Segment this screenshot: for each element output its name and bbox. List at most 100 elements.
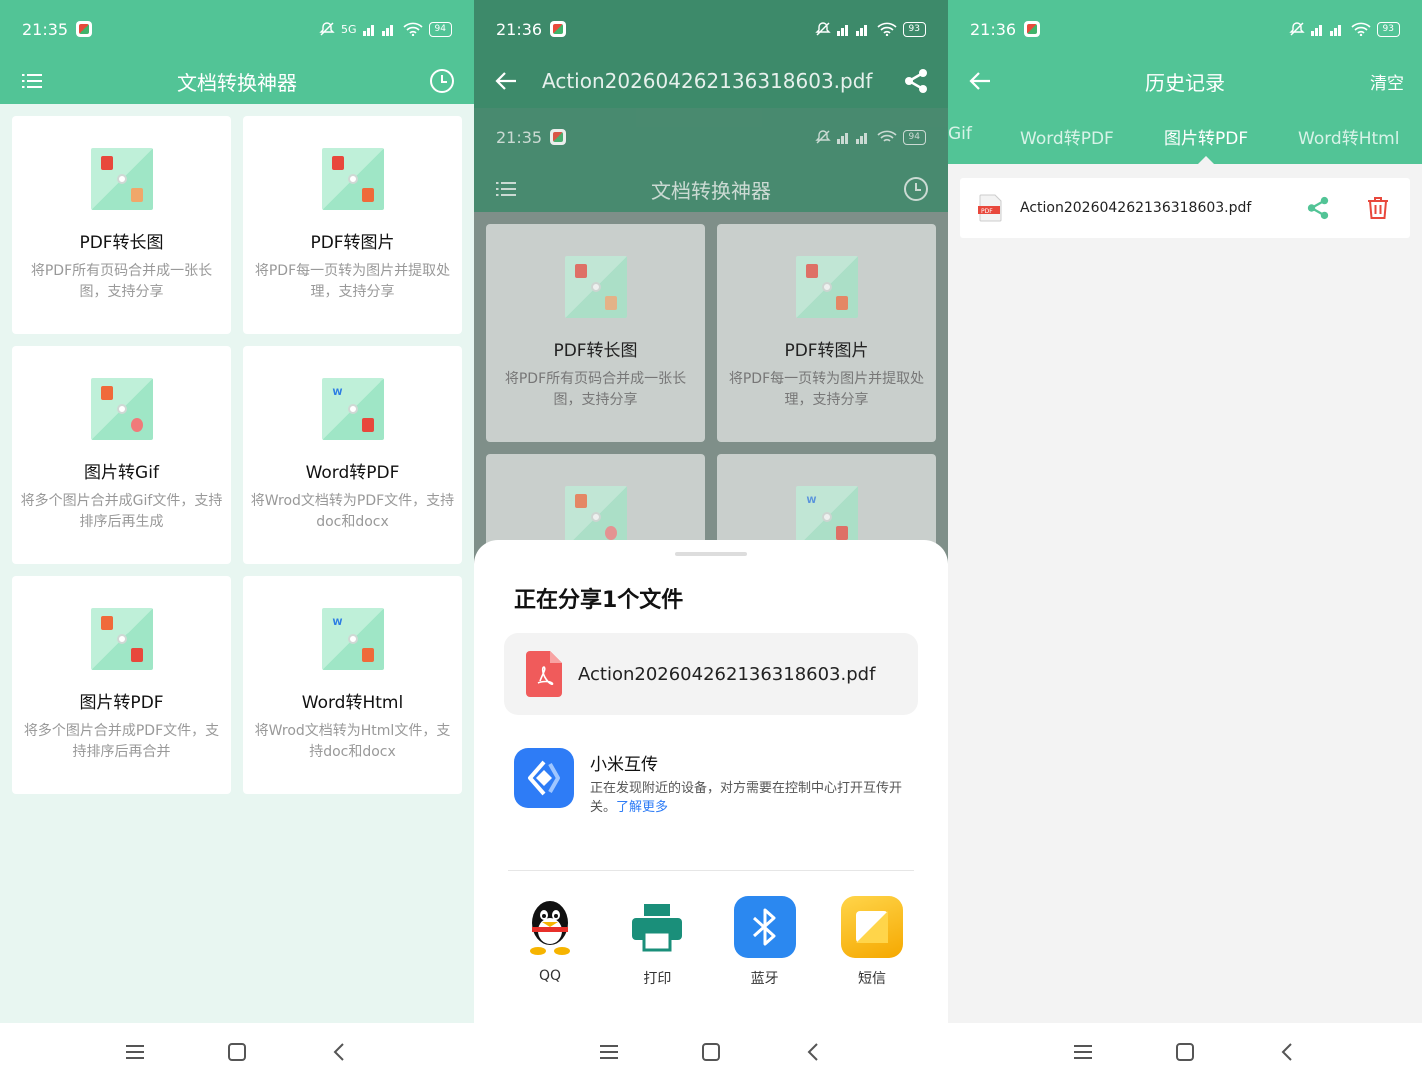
feature-title: PDF转长图 (553, 341, 638, 361)
history-item[interactable]: PDF Action202604262136318603.pdf (960, 178, 1410, 238)
status-icons: 94 (814, 129, 926, 145)
word-to-pdf-icon: W (795, 486, 858, 548)
recent-apps-button[interactable] (595, 1038, 623, 1066)
panel-home: 21:35 5G 94 文档转换神器 PDF转长图 将PDF所有页码合并成一张长… (0, 0, 474, 1080)
menu-lines-icon (126, 1044, 144, 1059)
menu-icon (496, 182, 516, 196)
mute-icon (319, 22, 335, 36)
dimmed-home-header: 21:35 94 文档转换神器 (474, 108, 948, 212)
feature-desc: 将多个图片合并成Gif文件，支持排序后再生成 (20, 493, 223, 530)
app-bar: 文档转换神器 (0, 58, 474, 104)
signal-icon (836, 25, 867, 36)
feature-desc: 将PDF每一页转为图片并提取处理，支持分享 (254, 263, 451, 300)
status-icons: 5G 94 (319, 21, 452, 37)
app-label: QQ (538, 968, 562, 984)
word-to-pdf-icon: W (321, 378, 384, 440)
mute-icon (814, 22, 831, 36)
learn-more-link[interactable]: 了解更多 (616, 800, 668, 815)
back-button[interactable] (325, 1038, 353, 1066)
shared-file-card: Action202604262136318603.pdf (504, 633, 918, 715)
tab-gif[interactable]: Gif (948, 124, 972, 144)
feature-card-pdf-image[interactable]: PDF转图片 将PDF每一页转为图片并提取处理，支持分享 (243, 116, 462, 334)
square-icon (1176, 1042, 1194, 1061)
share-app-print[interactable]: 打印 (625, 896, 689, 988)
signal-icon (362, 25, 393, 36)
share-app-bluetooth[interactable]: 蓝牙 (733, 896, 797, 988)
app-notification-icon (1024, 21, 1041, 37)
signal-icon (836, 133, 867, 144)
history-button[interactable] (428, 67, 456, 95)
home-button[interactable] (223, 1038, 251, 1066)
share-icon (1307, 196, 1329, 220)
clock-icon (904, 177, 928, 201)
tab-word-html[interactable]: Word转Html (1298, 124, 1399, 149)
tab-word-pdf[interactable]: Word转PDF (1020, 124, 1114, 149)
pdf-to-image-icon (795, 256, 858, 318)
history-share-button[interactable] (1304, 194, 1332, 222)
signal-icon (1310, 25, 1341, 36)
tab-image-pdf[interactable]: 图片转PDF (1164, 124, 1248, 149)
history-file-name: Action202604262136318603.pdf (1020, 200, 1252, 216)
history-delete-button[interactable] (1364, 194, 1392, 222)
arrow-left-icon (969, 72, 990, 90)
system-nav-bar (948, 1023, 1422, 1080)
feature-card-pdf-long-image: PDF转长图 将PDF所有页码合并成一张长图，支持分享 (486, 224, 705, 442)
feature-card-image-pdf[interactable]: 图片转PDF 将多个图片合并成PDF文件，支持排序后再合并 (12, 576, 231, 794)
clear-button[interactable]: 清空 (1370, 69, 1404, 94)
app-bar: Action202604262136318603.pdf (474, 58, 948, 104)
shared-file-name: Action202604262136318603.pdf (578, 663, 876, 685)
share-sheet: 正在分享1个文件 Action202604262136318603.pdf 小米… (474, 540, 948, 1080)
feature-card-image-gif[interactable]: 图片转Gif 将多个图片合并成Gif文件，支持排序后再生成 (12, 346, 231, 564)
pdf-file-icon: PDF (978, 194, 1002, 222)
status-bar: 21:35 94 (474, 108, 948, 166)
back-button[interactable] (1273, 1038, 1301, 1066)
feature-card-pdf-image: PDF转图片 将PDF每一页转为图片并提取处理，支持分享 (717, 224, 936, 442)
feature-desc: 将PDF每一页转为图片并提取处理，支持分享 (728, 371, 925, 408)
pdf-badge-text: PDF (981, 208, 993, 215)
menu-lines-icon (1074, 1044, 1092, 1059)
share-icon (905, 69, 927, 93)
feature-card-pdf-long-image[interactable]: PDF转长图 将PDF所有页码合并成一张长图，支持分享 (12, 116, 231, 334)
back-button[interactable] (799, 1038, 827, 1066)
status-icons: 93 (1288, 21, 1400, 37)
wifi-icon (876, 130, 897, 142)
mi-share-row[interactable]: 小米互传 正在发现附近的设备，对方需要在控制中心打开互传开关。了解更多 (514, 748, 920, 817)
panel-history: 21:36 93 历史记录 清空 Gif Word转PDF 图片转PDF Wor… (948, 0, 1422, 1080)
mi-share-title: 小米互传 (590, 755, 658, 775)
home-button[interactable] (697, 1038, 725, 1066)
menu-lines-icon (600, 1044, 618, 1059)
share-app-qq[interactable]: QQ (518, 896, 582, 988)
recent-apps-button[interactable] (121, 1038, 149, 1066)
feature-title: PDF转图片 (784, 341, 869, 361)
feature-card-word-html[interactable]: W Word转Html 将Wrod文档转为Html文件，支持doc和docx (243, 576, 462, 794)
sms-icon (840, 896, 903, 958)
feature-desc: 将多个图片合并成PDF文件，支持排序后再合并 (23, 723, 220, 760)
history-button (902, 175, 930, 203)
panel-share: 21:36 93 Action202604262136318603.pdf 21… (474, 0, 948, 1080)
status-bar: 21:36 93 (474, 0, 948, 58)
share-file-title: Action202604262136318603.pdf (542, 69, 873, 93)
active-tab-indicator (1198, 156, 1214, 164)
back-button[interactable] (492, 67, 520, 95)
app-bar: 文档转换神器 (474, 166, 948, 212)
menu-button[interactable] (18, 67, 46, 95)
history-header: 21:36 93 历史记录 清空 Gif Word转PDF 图片转PDF Wor… (948, 0, 1422, 164)
chevron-left-icon (333, 1042, 344, 1061)
feature-grid: PDF转长图 将PDF所有页码合并成一张长图，支持分享 PDF转图片 将PDF每… (0, 104, 474, 806)
wifi-icon (402, 22, 423, 36)
history-tabs: Gif Word转PDF 图片转PDF Word转Html (948, 104, 1422, 164)
wifi-icon (876, 22, 897, 36)
image-to-gif-icon (564, 486, 627, 548)
recent-apps-button[interactable] (1069, 1038, 1097, 1066)
sheet-handle[interactable] (675, 552, 747, 556)
feature-card-word-pdf[interactable]: W Word转PDF 将Wrod文档转为PDF文件，支持doc和docx (243, 346, 462, 564)
share-button[interactable] (902, 67, 930, 95)
home-button[interactable] (1171, 1038, 1199, 1066)
pdf-file-icon (526, 651, 562, 697)
feature-desc: 将PDF所有页码合并成一张长图，支持分享 (30, 263, 213, 300)
chevron-left-icon (807, 1042, 818, 1061)
back-button[interactable] (966, 67, 994, 95)
share-app-sms[interactable]: 短信 (840, 896, 904, 988)
status-time: 21:36 (970, 19, 1017, 39)
qq-icon (519, 896, 581, 958)
